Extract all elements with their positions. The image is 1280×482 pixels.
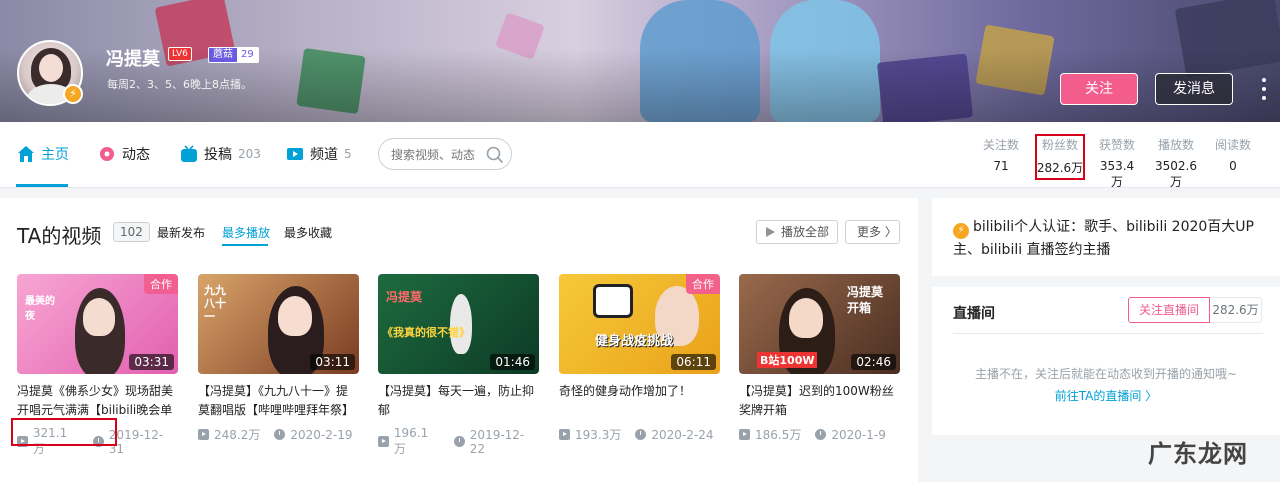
watermark: 广东龙网 xyxy=(1148,440,1248,468)
upload-date: 2019-12-31 xyxy=(108,427,164,456)
certification-panel: ⚡ bilibili个人认证：歌手、bilibili 2020百大UP主、bili… xyxy=(932,198,1280,276)
flower-icon xyxy=(98,145,116,163)
sort-latest[interactable]: 最新发布 xyxy=(157,224,205,241)
video-title[interactable]: 【冯提莫】每天一遍，防止抑郁 xyxy=(378,382,539,420)
video-thumbnail[interactable]: 冯提莫 《我真的很不错》 01:46 xyxy=(378,274,539,374)
collab-tag: 合作 xyxy=(144,274,178,294)
home-icon xyxy=(17,145,35,163)
video-title[interactable]: 【冯提莫】《九九八十一》提莫翻唱版【哔哩哔哩拜年祭】 xyxy=(198,382,359,420)
play-all-button[interactable]: 播放全部 xyxy=(756,220,838,244)
tab-submissions[interactable]: 投稿 203 xyxy=(180,144,261,164)
tab-dynamic[interactable]: 动态 xyxy=(98,144,150,164)
play-count-icon xyxy=(559,429,570,440)
follow-live-room-button[interactable]: 关注直播间 xyxy=(1128,297,1210,323)
video-thumbnail[interactable]: 健身战疫挑战 合作 06:11 xyxy=(559,274,720,374)
video-meta: 186.5万 2020-1-9 xyxy=(739,426,900,443)
video-duration: 02:46 xyxy=(851,354,896,370)
clock-icon xyxy=(815,429,827,440)
clock-icon xyxy=(274,429,286,440)
fan-medal-name: 蘑菇 xyxy=(209,48,237,62)
divider xyxy=(953,333,1263,334)
video-count-badge: 102 xyxy=(113,222,150,242)
more-options-icon[interactable] xyxy=(1262,78,1268,100)
search-box[interactable] xyxy=(378,138,512,170)
video-thumbnail[interactable]: 冯提莫开箱 B站100W 02:46 xyxy=(739,274,900,374)
highlight-box xyxy=(1035,134,1085,180)
stat-plays: 播放数 3502.6万 xyxy=(1155,138,1197,189)
upload-date: 2020-2-19 xyxy=(290,427,353,442)
video-card[interactable]: 健身战疫挑战 合作 06:11 奇怪的健身动作增加了！ 193.3万 2020-… xyxy=(559,274,720,443)
stat-following[interactable]: 关注数 71 xyxy=(982,136,1020,173)
tab-channels[interactable]: 频道 5 xyxy=(286,144,352,164)
follow-button[interactable]: 关注 xyxy=(1060,73,1138,105)
play-count: 193.3万 xyxy=(575,428,622,442)
live-room-panel: 直播间 关注直播间 282.6万 主播不在，关注后就能在动态收到开播的通知哦~ … xyxy=(932,287,1280,435)
live-offline-tip: 主播不在，关注后就能在动态收到开播的通知哦~ xyxy=(974,367,1238,381)
more-button[interactable]: 更多 〉 xyxy=(845,220,900,244)
play-count-icon xyxy=(198,429,209,440)
highlight-box xyxy=(11,418,117,446)
video-duration: 03:31 xyxy=(129,354,174,370)
fan-medal-level: 29 xyxy=(237,48,258,62)
upload-date: 2019-12-22 xyxy=(469,427,525,456)
certification-text: ⚡ bilibili个人认证：歌手、bilibili 2020百大UP主、bili… xyxy=(953,219,1254,258)
search-icon[interactable] xyxy=(486,146,504,164)
video-meta: 196.1万 2019-12-22 xyxy=(378,426,539,457)
play-count: 196.1万 xyxy=(393,426,429,456)
video-card[interactable]: 冯提莫 《我真的很不错》 01:46 【冯提莫】每天一遍，防止抑郁 196.1万… xyxy=(378,274,539,457)
video-meta: 248.2万 2020-2-19 xyxy=(198,426,359,443)
profile-banner: ⚡ 冯提莫 LV6 蘑菇 29 每周2、3、5、6晚上8点播。 关注 发消息 xyxy=(0,0,1280,122)
sort-most-favorited[interactable]: 最多收藏 xyxy=(284,224,332,241)
sort-most-played[interactable]: 最多播放 xyxy=(222,224,270,241)
play-icon xyxy=(766,227,775,237)
active-sort-indicator xyxy=(222,244,268,246)
video-title[interactable]: 【冯提莫】迟到的100W粉丝奖牌开箱 xyxy=(739,382,900,420)
clock-icon xyxy=(635,429,647,440)
play-count: 248.2万 xyxy=(214,428,261,442)
videos-panel: TA的视频 102 最新发布 最多播放 最多收藏 播放全部 更多 〉 最美的夜 … xyxy=(0,198,918,482)
video-duration: 01:46 xyxy=(490,354,535,370)
active-tab-indicator xyxy=(16,184,68,187)
live-room-title: 直播间 xyxy=(953,306,995,322)
send-message-button[interactable]: 发消息 xyxy=(1155,73,1233,105)
play-count: 186.5万 xyxy=(755,428,802,442)
upload-date: 2020-1-9 xyxy=(831,427,886,442)
clock-icon xyxy=(453,436,465,447)
stat-likes: 获赞数 353.4万 xyxy=(1098,138,1135,189)
tab-home[interactable]: 主页 xyxy=(17,144,69,164)
video-duration: 06:11 xyxy=(671,354,716,370)
lightning-verify-icon: ⚡ xyxy=(63,84,83,104)
video-title[interactable]: 冯提莫《佛系少女》现场甜美开唱元气满满【bilibili晚会单 xyxy=(17,382,178,420)
video-card[interactable]: 九九八十一 03:11 【冯提莫】《九九八十一》提莫翻唱版【哔哩哔哩拜年祭】 2… xyxy=(198,274,359,443)
channel-icon xyxy=(286,145,304,163)
profile-nav-bar: 主页 动态 投稿 203 频道 5 关注数 71 粉丝数 282.6万 获 xyxy=(0,122,1280,189)
video-card[interactable]: 冯提莫开箱 B站100W 02:46 【冯提莫】迟到的100W粉丝奖牌开箱 18… xyxy=(739,274,900,443)
username: 冯提莫 xyxy=(106,49,160,70)
lightning-verify-icon: ⚡ xyxy=(953,223,969,239)
play-count-icon xyxy=(378,436,389,447)
video-thumbnail[interactable]: 九九八十一 03:11 xyxy=(198,274,359,374)
video-thumbnail[interactable]: 最美的夜 合作 03:31 xyxy=(17,274,178,374)
user-signature: 每周2、3、5、6晚上8点播。 xyxy=(107,78,252,91)
search-input[interactable] xyxy=(391,146,481,164)
stat-reads: 阅读数 0 xyxy=(1214,138,1251,173)
upload-date: 2020-2-24 xyxy=(651,427,714,442)
video-meta: 193.3万 2020-2-24 xyxy=(559,426,720,443)
go-to-live-room-link[interactable]: 前往TA的直播间 〉 xyxy=(932,387,1280,404)
live-fans-count: 282.6万 xyxy=(1210,297,1262,323)
video-title[interactable]: 奇怪的健身动作增加了！ xyxy=(559,382,720,420)
level-badge: LV6 xyxy=(168,47,192,61)
bilibili-tv-mascot-icon xyxy=(593,284,633,318)
play-count-icon xyxy=(739,429,750,440)
section-title: TA的视频 xyxy=(17,224,102,248)
fan-medal-badge[interactable]: 蘑菇 29 xyxy=(208,47,259,63)
video-duration: 03:11 xyxy=(310,354,355,370)
collab-tag: 合作 xyxy=(686,274,720,294)
tv-icon xyxy=(180,145,198,163)
